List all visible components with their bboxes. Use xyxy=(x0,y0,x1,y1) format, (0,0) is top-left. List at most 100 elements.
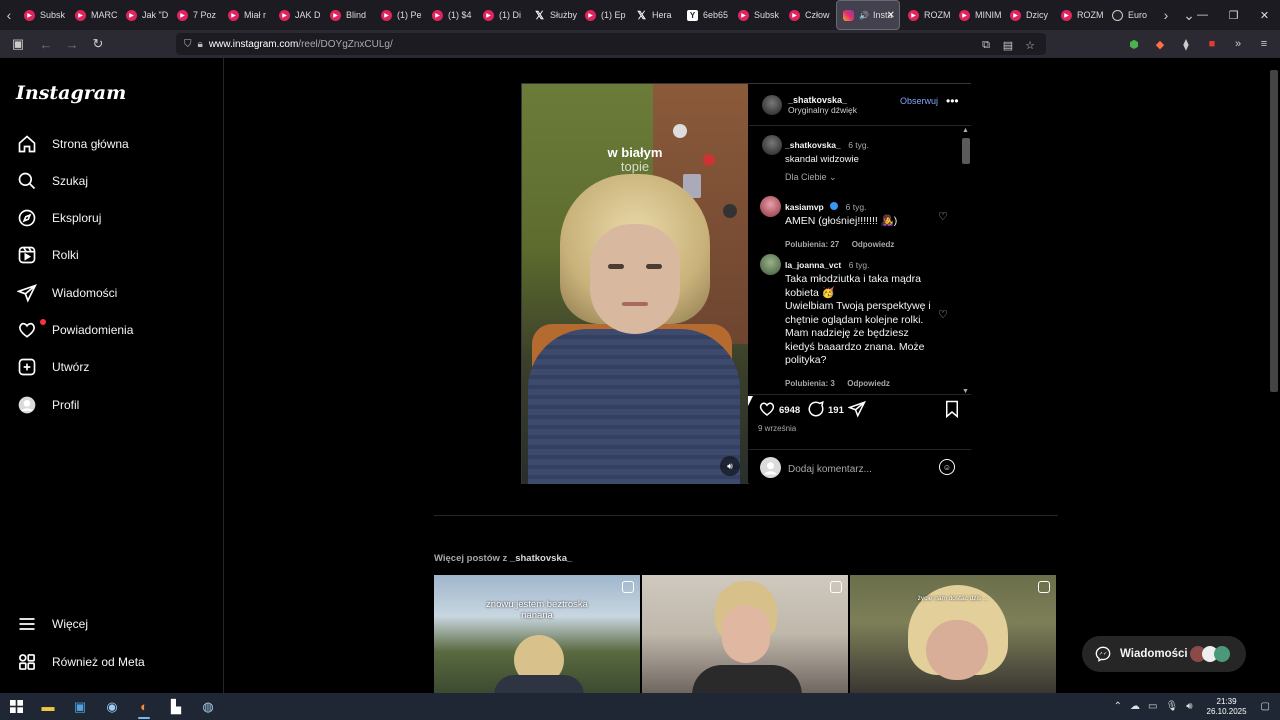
comments-scrollbar[interactable]: ▲ ▼ xyxy=(960,127,970,395)
like-heart-icon[interactable] xyxy=(758,400,776,423)
lock-icon[interactable]: 🔒︎ xyxy=(198,39,203,50)
sort-dropdown[interactable]: Dla Ciebie ⌄ xyxy=(785,172,837,183)
comment-username[interactable]: kasiamvp xyxy=(785,202,824,212)
extensions-puzzle-icon[interactable]: ⧫ xyxy=(1178,35,1194,53)
more-posts-user[interactable]: _shatkovska_ xyxy=(510,553,572,564)
browser-tab[interactable]: ▶ Dzicy xyxy=(1004,0,1055,30)
comment-avatar[interactable] xyxy=(760,254,781,275)
file-explorer-icon[interactable]: ▬ xyxy=(32,693,64,720)
shield-icon[interactable]: ⛉ xyxy=(184,39,192,50)
browser-tab[interactable]: 𝕏 Służby xyxy=(528,0,579,30)
adblock-extension-icon[interactable]: ⬢ xyxy=(1126,35,1142,53)
tab-scroll-right-icon[interactable]: › xyxy=(1157,0,1175,30)
nav-profile[interactable]: Profil xyxy=(12,389,212,421)
post-thumbnail[interactable]: znowu jestem beztroska nanana xyxy=(434,575,640,693)
author-username[interactable]: _shatkovska_ xyxy=(788,95,857,105)
instagram-logo[interactable]: Instagram xyxy=(16,82,126,104)
forward-icon[interactable]: → xyxy=(60,32,84,56)
reply-button[interactable]: Odpowiedz xyxy=(852,240,895,249)
minimize-icon[interactable]: — xyxy=(1187,0,1218,30)
reload-icon[interactable]: ↻ xyxy=(86,32,110,56)
caption-username[interactable]: _shatkovska_ xyxy=(785,140,841,150)
speaker-icon[interactable]: 🔊︎ xyxy=(720,456,740,476)
system-clock[interactable]: 21:39 26.10.2025 xyxy=(1207,697,1247,717)
browser-tab[interactable]: ▶ Blind xyxy=(324,0,375,30)
fox-extension-icon[interactable]: ◆ xyxy=(1152,35,1168,53)
app-menu-icon[interactable]: ≡ xyxy=(1256,35,1272,53)
audio-label[interactable]: Oryginalny dźwięk xyxy=(788,105,857,115)
more-options-icon[interactable]: ••• xyxy=(946,94,959,108)
nav-notifications[interactable]: Powiadomienia xyxy=(12,314,212,346)
comment-likes[interactable]: Polubienia: 3 xyxy=(785,379,835,388)
close-tab-icon[interactable]: ✕ xyxy=(887,10,895,21)
vpn-app-icon[interactable]: ◍ xyxy=(192,693,224,720)
nav-search[interactable]: Szukaj xyxy=(12,165,212,197)
nav-reels[interactable]: Rolki xyxy=(12,239,212,271)
comments-count[interactable]: 191 xyxy=(828,405,844,416)
messages-pill[interactable]: Wiadomości xyxy=(1082,636,1246,672)
browser-tab[interactable]: ▶ Miał r xyxy=(222,0,273,30)
browser-tab[interactable]: ▶ Człow xyxy=(783,0,834,30)
tray-expand-icon[interactable]: ⌃ xyxy=(1114,701,1122,712)
nav-home[interactable]: Strona główna xyxy=(12,128,212,160)
restore-icon[interactable]: ❐ xyxy=(1218,0,1249,30)
tab-instagram-active[interactable]: 🔊 Insta ✕ xyxy=(836,0,900,30)
author-avatar[interactable] xyxy=(762,95,782,115)
firefox-icon[interactable]: ◐ xyxy=(128,693,160,720)
comment-like-heart-icon[interactable]: ♡ xyxy=(938,210,948,223)
back-icon[interactable]: ← xyxy=(34,32,58,56)
onedrive-icon[interactable]: ☁ xyxy=(1130,701,1140,712)
comment-like-heart-icon[interactable]: ♡ xyxy=(938,308,948,321)
nav-more[interactable]: Więcej xyxy=(12,608,212,640)
bookmark-star-icon[interactable]: ☆ xyxy=(1022,37,1038,53)
url-bar[interactable]: ⛉ 🔒︎ www.instagram.com /reel/DOYgZnxCULg… xyxy=(176,33,1046,55)
reply-button[interactable]: Odpowiedz xyxy=(847,379,890,388)
browser-tab[interactable]: ▶ Subsk xyxy=(732,0,783,30)
browser-tab[interactable]: ▶ MARC xyxy=(69,0,120,30)
emoji-icon[interactable]: ☺ xyxy=(939,459,955,475)
scroll-up-icon[interactable]: ▲ xyxy=(962,127,969,134)
reel-video[interactable]: w białym topie 🔊︎ xyxy=(522,84,748,484)
sidebar-toggle-icon[interactable]: ▣ xyxy=(6,32,30,56)
browser-tab[interactable]: ▶ ROZM xyxy=(1055,0,1106,30)
microphone-icon[interactable]: 🎙︎ xyxy=(1165,701,1178,712)
tab-scroll-left-icon[interactable]: ‹ xyxy=(0,0,18,30)
browser-tab[interactable]: ▶ MINIM xyxy=(953,0,1004,30)
close-window-icon[interactable]: ✕ xyxy=(1249,0,1280,30)
browser-tab[interactable]: ▶ (1) Pe xyxy=(375,0,426,30)
comment-likes[interactable]: Polubienia: 27 xyxy=(785,240,839,249)
browser-tab[interactable]: ▶ (1) Di xyxy=(477,0,528,30)
browser-tab[interactable]: Y 6eb65 xyxy=(681,0,732,30)
nav-messages[interactable]: Wiadomości xyxy=(12,277,212,309)
browser-tab[interactable]: ▶ (1) $4 xyxy=(426,0,477,30)
browser-tab[interactable]: ▶ Subsk xyxy=(18,0,69,30)
nav-create[interactable]: Utwórz xyxy=(12,351,212,383)
post-date[interactable]: 9 września xyxy=(758,424,796,433)
caption-avatar[interactable] xyxy=(762,135,782,155)
save-bookmark-icon[interactable] xyxy=(944,400,960,423)
likes-count[interactable]: 6948 xyxy=(779,405,800,416)
browser-tab[interactable]: ▶ (1) Ep xyxy=(579,0,630,30)
follow-button[interactable]: Obserwuj xyxy=(900,96,938,106)
network-icon[interactable]: ▭ xyxy=(1148,701,1157,712)
roblox-studio-icon[interactable]: ▙ xyxy=(160,693,192,720)
reader-view-icon[interactable]: ▤ xyxy=(1000,37,1016,53)
share-send-icon[interactable] xyxy=(847,400,866,423)
nav-explore[interactable]: Eksploruj xyxy=(12,202,212,234)
comments-scroll-thumb[interactable] xyxy=(962,138,970,164)
speaker-icon[interactable]: 🔊 xyxy=(859,11,869,20)
steam-icon[interactable]: ◉ xyxy=(96,693,128,720)
comment-username[interactable]: la_joanna_vct xyxy=(785,260,841,270)
nav-also-from-meta[interactable]: Również od Meta xyxy=(12,646,212,678)
post-thumbnail[interactable] xyxy=(642,575,848,693)
volume-icon[interactable]: 🔊︎ xyxy=(1186,701,1192,712)
browser-tab[interactable]: Euro xyxy=(1106,0,1157,30)
overflow-chevrons-icon[interactable]: » xyxy=(1230,35,1246,53)
comment-avatar[interactable] xyxy=(760,196,781,217)
page-scroll-thumb[interactable] xyxy=(1270,70,1278,392)
browser-tab[interactable]: ▶ 7 Poz xyxy=(171,0,222,30)
browser-tab[interactable]: ▶ Jak "D xyxy=(120,0,171,30)
notifications-center-icon[interactable]: ▢ xyxy=(1261,701,1270,712)
comment-bubble-icon[interactable] xyxy=(807,400,825,423)
comment-input[interactable] xyxy=(788,461,938,477)
